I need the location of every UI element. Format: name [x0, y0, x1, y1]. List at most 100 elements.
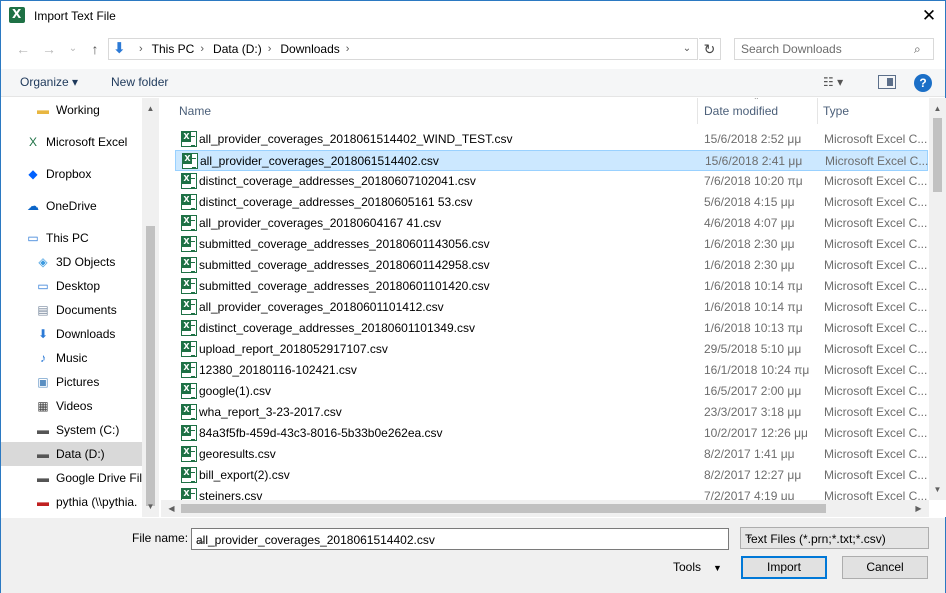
- search-input[interactable]: [741, 41, 911, 57]
- scroll-up-icon[interactable]: ▲: [142, 100, 159, 117]
- back-button[interactable]: ←: [13, 39, 33, 59]
- scrollbar-thumb[interactable]: [933, 118, 942, 192]
- file-date-modified: 8/2/2017 12:27 μμ: [704, 468, 802, 482]
- tools-button[interactable]: Tools ▼: [673, 560, 722, 574]
- file-row[interactable]: bill_export(2).csv 8/2/2017 12:27 μμ Micro…: [175, 465, 928, 486]
- scroll-down-icon[interactable]: ▼: [929, 481, 946, 498]
- sidebar-item-dropbox[interactable]: ◆ Dropbox: [1, 162, 143, 186]
- chevron-down-icon[interactable]: ⌄: [745, 531, 925, 542]
- sidebar-item-documents[interactable]: ▤ Documents: [1, 298, 143, 322]
- file-type: Microsoft Excel C...: [824, 447, 928, 461]
- forward-button[interactable]: →: [39, 39, 59, 59]
- onedrive-icon: ☁: [27, 199, 39, 213]
- organize-button[interactable]: Organize ▾: [20, 75, 78, 89]
- sidebar-item-label: Microsoft Excel: [46, 135, 128, 149]
- new-folder-button[interactable]: New folder: [111, 75, 168, 89]
- file-row[interactable]: all_provider_coverages_20180604167 41.cs…: [175, 213, 928, 234]
- scroll-down-icon[interactable]: ▼: [142, 498, 159, 515]
- search-icon[interactable]: ⌕: [914, 42, 928, 56]
- sidebar-item-pythia-pythia[interactable]: ▬ pythia (\\pythia.: [1, 490, 143, 514]
- sidebar-item-videos[interactable]: ▦ Videos: [1, 394, 143, 418]
- drive-icon: ▬: [37, 423, 49, 437]
- sidebar-item-google-drive-file[interactable]: ▬ Google Drive File: [1, 466, 149, 490]
- address-bar[interactable]: ⬇ › This PC › Data (D:) › Downloads › ⌄: [108, 38, 698, 60]
- scroll-left-icon[interactable]: ◀: [163, 500, 180, 517]
- file-row[interactable]: wha_report_3-23-2017.csv 23/3/2017 3:18 μ…: [175, 402, 928, 423]
- column-separator[interactable]: [697, 98, 698, 124]
- sidebar-item-desktop[interactable]: ▭ Desktop: [1, 274, 143, 298]
- title-bar: Import Text File ✕: [1, 1, 945, 31]
- file-type: Microsoft Excel C...: [824, 237, 928, 251]
- sidebar-item-label: Documents: [56, 303, 117, 317]
- file-name: upload_report_2018052917107.csv: [199, 342, 388, 356]
- file-row[interactable]: 12380_20180116-102421.csv 16/1/2018 10:24…: [175, 360, 928, 381]
- import-button[interactable]: Import: [741, 556, 827, 579]
- chevron-down-icon[interactable]: ⌄: [679, 41, 695, 57]
- pc-icon: ▭: [27, 231, 39, 245]
- column-header-type[interactable]: Type: [823, 98, 849, 124]
- file-row[interactable]: distinct_coverage_addresses_20180605161 …: [175, 192, 928, 213]
- sidebar-item-downloads[interactable]: ⬇ Downloads: [1, 322, 143, 346]
- file-name: distinct_coverage_addresses_201806071020…: [199, 174, 476, 188]
- file-type: Microsoft Excel C...: [824, 174, 928, 188]
- chevron-down-icon[interactable]: ⌄: [196, 533, 726, 547]
- sidebar-item-3d-objects[interactable]: ◈ 3D Objects: [1, 250, 143, 274]
- file-type: Microsoft Excel C...: [824, 363, 928, 377]
- file-row[interactable]: upload_report_2018052917107.csv 29/5/2018…: [175, 339, 928, 360]
- breadcrumb-downloads[interactable]: Downloads: [280, 42, 339, 56]
- column-separator[interactable]: [817, 98, 818, 124]
- sidebar-item-music[interactable]: ♪ Music: [1, 346, 143, 370]
- dropdown-arrow-icon[interactable]: ▼: [713, 563, 722, 573]
- file-list-vertical-scrollbar[interactable]: ▲ ▼: [929, 98, 946, 500]
- column-header-name[interactable]: Name: [179, 98, 211, 124]
- file-row[interactable]: georesults.csv 8/2/2017 1:41 μμ Microsoft …: [175, 444, 928, 465]
- file-row[interactable]: distinct_coverage_addresses_201806071020…: [175, 171, 928, 192]
- breadcrumb-separator-icon[interactable]: ›: [200, 43, 204, 55]
- file-row[interactable]: all_provider_coverages_20180601101412.cs…: [175, 297, 928, 318]
- breadcrumb-separator-icon[interactable]: ›: [139, 43, 143, 55]
- file-list-horizontal-scrollbar[interactable]: ◀ ▶: [161, 500, 929, 517]
- file-row[interactable]: all_provider_coverages_2018061514402.csv…: [175, 150, 928, 171]
- breadcrumb-this-pc[interactable]: This PC: [152, 42, 195, 56]
- sidebar-item-system-c[interactable]: ▬ System (C:): [1, 418, 143, 442]
- refresh-button[interactable]: ↻: [699, 38, 721, 60]
- file-row[interactable]: 84a3f5fb-459d-43c3-8016-5b33b0e262ea.csv…: [175, 423, 928, 444]
- file-row[interactable]: google(1).csv 16/5/2017 2:00 μμ Microsoft …: [175, 381, 928, 402]
- sidebar-item-working[interactable]: ▬ Working: [1, 98, 143, 122]
- search-box[interactable]: ⌕: [734, 38, 934, 60]
- file-date-modified: 1/6/2018 2:30 μμ: [704, 237, 795, 251]
- file-name-input[interactable]: all_provider_coverages_2018061514402.csv…: [191, 528, 729, 550]
- help-icon[interactable]: ?: [914, 74, 932, 92]
- scrollbar-thumb[interactable]: [181, 504, 826, 513]
- tools-label[interactable]: Tools: [673, 560, 701, 574]
- breadcrumb-separator-icon[interactable]: ›: [346, 43, 350, 55]
- recent-locations-button[interactable]: ⌄: [63, 39, 83, 59]
- scroll-right-icon[interactable]: ▶: [910, 500, 927, 517]
- sidebar-item-data-d[interactable]: ▬ Data (D:): [1, 442, 143, 466]
- file-row[interactable]: distinct_coverage_addresses_201806011013…: [175, 318, 928, 339]
- up-button[interactable]: ↑: [85, 39, 105, 59]
- file-row[interactable]: submitted_coverage_addresses_20180601143…: [175, 234, 928, 255]
- file-row[interactable]: submitted_coverage_addresses_20180601142…: [175, 255, 928, 276]
- navigation-pane-scrollbar[interactable]: ▲ ▼: [142, 98, 159, 517]
- file-type: Microsoft Excel C...: [824, 321, 928, 335]
- excel-app-icon: [9, 7, 25, 23]
- breadcrumb-data-d[interactable]: Data (D:): [213, 42, 262, 56]
- column-header-date-modified[interactable]: Date modified: [704, 98, 778, 124]
- sidebar-item-this-pc[interactable]: ▭ This PC: [1, 226, 143, 250]
- sidebar-item-microsoft-excel[interactable]: X Microsoft Excel: [1, 130, 143, 154]
- file-row[interactable]: all_provider_coverages_2018061514402_WIN…: [175, 129, 928, 150]
- preview-pane-icon[interactable]: [878, 75, 896, 89]
- file-type-select[interactable]: Text Files (*.prn;*.txt;*.csv) ⌄: [740, 527, 929, 549]
- close-button[interactable]: ✕: [913, 1, 945, 31]
- import-text-file-dialog: Import Text File ✕ ← → ⌄ ↑ ⬇ › This PC ›…: [0, 0, 946, 593]
- scrollbar-thumb[interactable]: [146, 226, 155, 506]
- sidebar-item-onedrive[interactable]: ☁ OneDrive: [1, 194, 143, 218]
- cancel-button[interactable]: Cancel: [842, 556, 928, 579]
- change-view-button[interactable]: ☷ ▾: [823, 75, 859, 91]
- file-row[interactable]: submitted_coverage_addresses_20180601101…: [175, 276, 928, 297]
- scroll-up-icon[interactable]: ▲: [929, 100, 946, 117]
- breadcrumb-separator-icon[interactable]: ›: [268, 43, 272, 55]
- file-type: Microsoft Excel C...: [824, 384, 928, 398]
- sidebar-item-pictures[interactable]: ▣ Pictures: [1, 370, 143, 394]
